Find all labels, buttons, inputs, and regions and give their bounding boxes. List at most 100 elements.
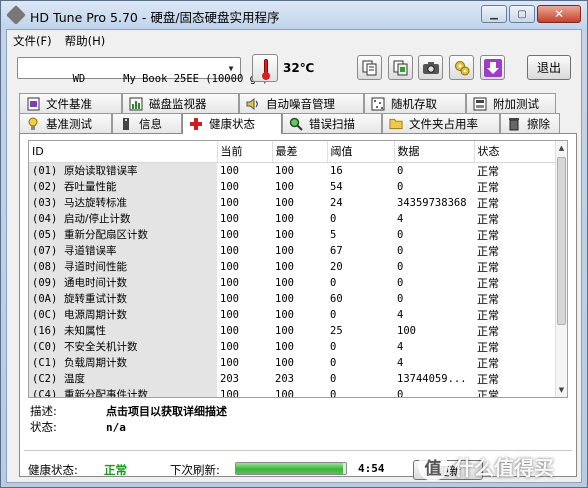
attribute-id-cell: (C1) 负载周期计数 bbox=[29, 354, 217, 371]
tab-error-scan[interactable]: 错误扫描 bbox=[282, 113, 382, 133]
attribute-code: (09) bbox=[32, 277, 58, 289]
table-row[interactable]: (09) 通电时间计数 100 100 0 0 正常 bbox=[29, 274, 557, 291]
maximize-icon: ▢ bbox=[517, 8, 527, 20]
cell-data: 4 bbox=[397, 212, 404, 225]
cell-threshold: 0 bbox=[330, 356, 337, 369]
scroll-up-icon[interactable]: ▲ bbox=[556, 141, 567, 155]
attribute-code: (C1) bbox=[32, 357, 58, 369]
watermark-logo: 值 bbox=[418, 451, 448, 481]
minimize-button[interactable]: ▁ bbox=[481, 5, 507, 23]
folder-icon bbox=[389, 117, 403, 131]
column-header-current[interactable]: 当前 bbox=[217, 141, 273, 163]
attribute-id-cell: (02) 吞吐量性能 bbox=[29, 178, 217, 195]
description-value: 点击项目以获取详细描述 bbox=[106, 405, 227, 418]
table-row[interactable]: (02) 吞吐量性能 100 100 54 0 正常 bbox=[29, 178, 557, 195]
column-header-status[interactable]: 状态 bbox=[474, 141, 558, 163]
attribute-code: (0C) bbox=[32, 309, 58, 321]
cell-data: 0 bbox=[397, 164, 404, 177]
cell-status: 正常 bbox=[477, 340, 499, 354]
screenshot-button[interactable] bbox=[418, 55, 443, 80]
cell-status: 正常 bbox=[477, 276, 499, 290]
tab-health[interactable]: 健康状态 bbox=[182, 113, 282, 134]
table-row[interactable]: (C1) 负载周期计数 100 100 0 4 正常 bbox=[29, 354, 557, 371]
table-row[interactable]: (01) 原始读取错误率 100 100 16 0 正常 bbox=[29, 162, 557, 179]
watermark: 值 什么值得买 bbox=[418, 444, 588, 488]
table-row[interactable]: (16) 未知属性 100 100 25 100 正常 bbox=[29, 322, 557, 339]
info-icon bbox=[119, 117, 133, 131]
lightbulb-icon bbox=[26, 117, 40, 131]
tab-file-benchmark[interactable]: 文件基准 bbox=[19, 93, 122, 113]
save-button[interactable] bbox=[480, 55, 505, 80]
column-header-id[interactable]: ID bbox=[29, 141, 218, 163]
tab-label: 文件夹占用率 bbox=[409, 116, 478, 131]
cell-current: 100 bbox=[220, 164, 239, 177]
table-row[interactable]: (C2) 温度 203 203 0 13744059... 正常 bbox=[29, 370, 557, 387]
cell-status: 正常 bbox=[477, 324, 499, 338]
attribute-name: 启动/停止计数 bbox=[64, 213, 131, 225]
column-header-worst[interactable]: 最差 bbox=[272, 141, 328, 163]
menu-help[interactable]: 帮助(H) bbox=[59, 30, 113, 50]
tab-extra-tests[interactable]: 附加测试 bbox=[466, 93, 556, 113]
table-row[interactable]: (0C) 电源周期计数 100 100 0 4 正常 bbox=[29, 306, 557, 323]
cell-threshold: 25 bbox=[330, 324, 343, 337]
close-button[interactable]: ✕ bbox=[537, 5, 581, 23]
thermometer-icon bbox=[252, 54, 278, 82]
random-access-icon bbox=[371, 97, 385, 111]
window-title: HD Tune Pro 5.70 - 硬盘/固态硬盘实用程序 bbox=[30, 10, 280, 25]
exit-button-label: 退出 bbox=[536, 61, 561, 75]
table-scrollbar[interactable]: ▲ ▼ bbox=[555, 141, 567, 397]
cell-worst: 100 bbox=[275, 276, 294, 289]
menu-file[interactable]: 文件(F) bbox=[7, 30, 59, 50]
attribute-code: (C0) bbox=[32, 341, 58, 353]
cell-threshold: 20 bbox=[330, 260, 343, 273]
chevron-down-icon[interactable]: ▼ bbox=[223, 59, 239, 77]
attribute-name: 未知属性 bbox=[64, 325, 106, 337]
state-value: n/a bbox=[106, 421, 126, 434]
table-row[interactable]: (C4) 重新分配事件计数 100 100 0 0 正常 bbox=[29, 386, 557, 398]
attribute-code: (C2) bbox=[32, 373, 58, 385]
tab-random-access[interactable]: 随机存取 bbox=[364, 93, 466, 113]
tab-label: 健康状态 bbox=[209, 117, 255, 131]
table-row[interactable]: (C0) 不安全关机计数 100 100 0 4 正常 bbox=[29, 338, 557, 355]
cell-status: 正常 bbox=[477, 244, 499, 258]
table-row[interactable]: (05) 重新分配扇区计数 100 100 5 0 正常 bbox=[29, 226, 557, 243]
copy-screenshot-icon bbox=[393, 60, 407, 75]
cell-data: 4 bbox=[397, 308, 404, 321]
attribute-id-cell: (16) 未知属性 bbox=[29, 322, 217, 339]
table-row[interactable]: (0A) 旋转重试计数 100 100 60 0 正常 bbox=[29, 290, 557, 307]
copy-screenshot-button[interactable] bbox=[388, 55, 413, 80]
scroll-down-icon[interactable]: ▼ bbox=[556, 383, 567, 397]
refresh-timer: 4:54 bbox=[358, 462, 385, 475]
drive-select[interactable]: WD My Book 25EE (10000 gB) ▼ bbox=[17, 57, 269, 85]
scrollbar-thumb[interactable] bbox=[557, 157, 566, 325]
table-row[interactable]: (03) 马达旋转标准 100 100 24 34359738368 正常 bbox=[29, 194, 557, 211]
title-bar[interactable]: HD Tune Pro 5.70 - 硬盘/固态硬盘实用程序 ▁ ▢ ✕ bbox=[1, 1, 587, 29]
client-area: 文件(F) 帮助(H) WD My Book 25EE (10000 gB) ▼… bbox=[6, 29, 582, 483]
attribute-id-cell: (0A) 旋转重试计数 bbox=[29, 290, 217, 307]
attribute-name: 不安全关机计数 bbox=[64, 341, 138, 353]
health-cross-icon bbox=[189, 117, 203, 131]
minimize-icon: ▁ bbox=[490, 8, 498, 20]
trash-icon bbox=[507, 117, 521, 131]
cell-threshold: 0 bbox=[330, 388, 337, 398]
tab-benchmark[interactable]: 基准测试 bbox=[19, 113, 112, 133]
column-header-threshold[interactable]: 阈值 bbox=[327, 141, 395, 163]
tab-erase[interactable]: 擦除 bbox=[500, 113, 560, 133]
maximize-button[interactable]: ▢ bbox=[509, 5, 535, 23]
cell-current: 100 bbox=[220, 324, 239, 337]
tab-info[interactable]: 信息 bbox=[112, 113, 182, 133]
copy-text-button[interactable] bbox=[357, 55, 382, 80]
column-header-data[interactable]: 数据 bbox=[394, 141, 475, 163]
cell-data: 100 bbox=[397, 324, 416, 337]
attribute-id-cell: (03) 马达旋转标准 bbox=[29, 194, 217, 211]
tab-noise-management[interactable]: 自动噪音管理 bbox=[239, 93, 364, 113]
table-row[interactable]: (07) 寻道错误率 100 100 67 0 正常 bbox=[29, 242, 557, 259]
exit-button[interactable]: 退出 bbox=[527, 55, 571, 80]
cell-status: 正常 bbox=[477, 196, 499, 210]
refresh-progress-bar bbox=[235, 462, 347, 475]
table-row[interactable]: (04) 启动/停止计数 100 100 0 4 正常 bbox=[29, 210, 557, 227]
table-row[interactable]: (08) 寻道时间性能 100 100 20 0 正常 bbox=[29, 258, 557, 275]
options-button[interactable] bbox=[449, 55, 474, 80]
tab-folder-usage[interactable]: 文件夹占用率 bbox=[382, 113, 500, 133]
tab-disk-monitor[interactable]: 磁盘监视器 bbox=[122, 93, 239, 113]
